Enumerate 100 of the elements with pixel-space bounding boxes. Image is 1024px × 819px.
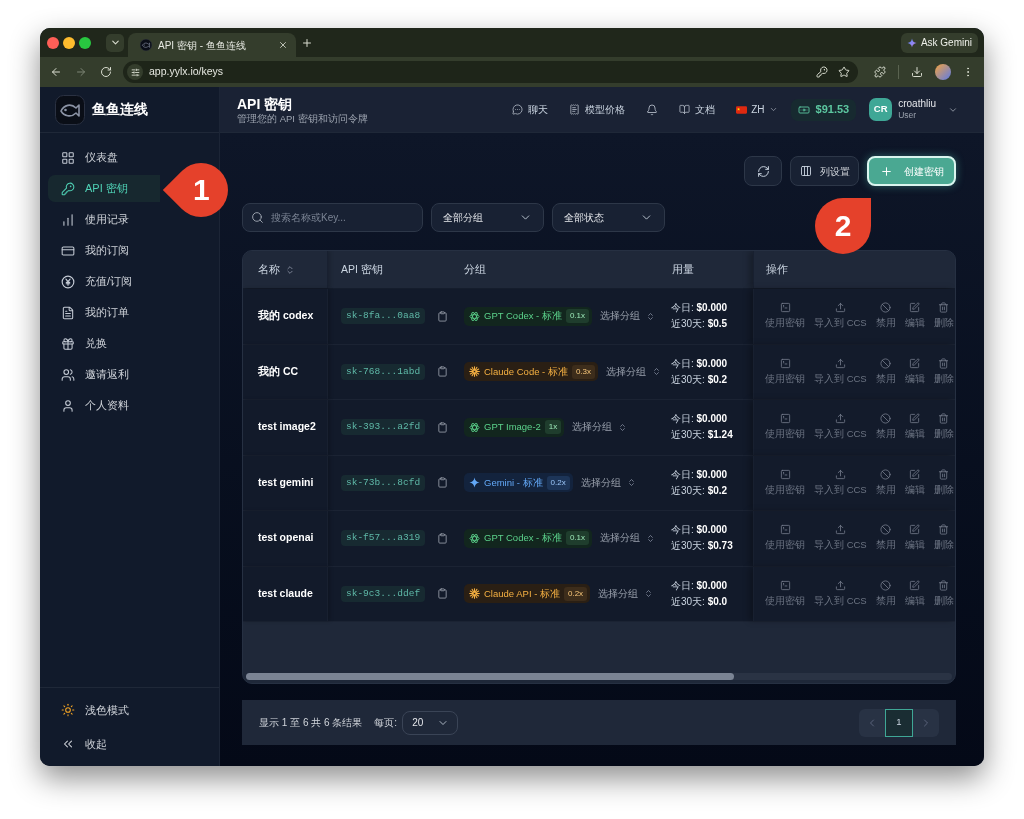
sidebar-item[interactable]: 兑换 <box>48 330 160 357</box>
refresh-button[interactable] <box>744 156 782 186</box>
delete-button[interactable]: 删除 <box>933 357 954 386</box>
use-key-button[interactable]: 使用密钥 <box>765 579 805 608</box>
use-key-button[interactable]: 使用密钥 <box>765 468 805 497</box>
disable-button[interactable]: 禁用 <box>875 468 896 497</box>
upload-icon <box>834 302 846 314</box>
theme-toggle-button[interactable]: 浅色模式 <box>48 696 211 724</box>
chat-icon <box>512 104 524 115</box>
group-filter-select[interactable]: 全部分组 <box>431 203 544 232</box>
trash-icon <box>938 357 950 369</box>
clipboard-icon[interactable] <box>437 421 449 433</box>
reload-icon[interactable] <box>100 66 112 78</box>
edit-button[interactable]: 编辑 <box>904 524 925 553</box>
bell-icon[interactable] <box>646 103 659 116</box>
collapse-button[interactable]: 收起 <box>48 730 211 758</box>
nav-link[interactable]: 文档 <box>679 102 716 117</box>
clipboard-icon[interactable] <box>437 532 449 544</box>
close-light-icon[interactable] <box>47 36 59 49</box>
star-icon[interactable] <box>838 66 850 78</box>
per-page-select[interactable]: 20 <box>402 710 459 735</box>
edit-button[interactable]: 编辑 <box>904 413 925 442</box>
atom-icon <box>469 421 480 433</box>
clipboard-icon[interactable] <box>437 310 449 322</box>
sidebar-item[interactable]: 充值/订阅 <box>48 268 160 295</box>
user-menu-button[interactable]: CR croathliu User <box>869 98 958 121</box>
delete-button[interactable]: 删除 <box>933 579 954 608</box>
upload-icon <box>834 468 846 480</box>
trash-icon <box>938 413 950 425</box>
download-icon[interactable] <box>911 66 923 78</box>
page-button[interactable]: 1 <box>885 708 913 737</box>
sidebar-item[interactable]: 个人资料 <box>48 392 160 419</box>
import-button[interactable]: 导入到 CCS <box>814 302 867 331</box>
language-select[interactable]: ZH <box>736 102 778 117</box>
use-key-button[interactable]: 使用密钥 <box>765 413 805 442</box>
use-key-button[interactable]: 使用密钥 <box>765 524 805 553</box>
edit-button[interactable]: 编辑 <box>904 357 925 386</box>
import-button[interactable]: 导入到 CCS <box>814 579 867 608</box>
disable-button[interactable]: 禁用 <box>875 413 896 442</box>
fish-icon <box>140 39 152 51</box>
clipboard-icon[interactable] <box>437 477 449 489</box>
sidebar-item[interactable]: 我的订阅 <box>48 237 160 264</box>
zoom-light-icon[interactable] <box>79 36 91 49</box>
sidebar-item[interactable]: 邀请返利 <box>48 361 160 388</box>
disable-button[interactable]: 禁用 <box>875 579 896 608</box>
site-info-button[interactable] <box>127 64 143 80</box>
plus-icon[interactable] <box>301 36 313 49</box>
clipboard-icon[interactable] <box>437 588 449 600</box>
sidebar-item[interactable]: 使用记录 <box>48 206 160 233</box>
delete-button[interactable]: 删除 <box>933 524 954 553</box>
use-key-button[interactable]: 使用密钥 <box>765 302 805 331</box>
column-settings-button[interactable]: 列设置 <box>790 156 859 186</box>
group-select-button[interactable]: 选择分组 <box>572 420 628 435</box>
atom-icon <box>469 310 480 322</box>
scrollbar-thumb[interactable] <box>246 673 734 680</box>
status-filter-select[interactable]: 全部状态 <box>552 203 665 232</box>
group-select-button[interactable]: 选择分组 <box>580 475 636 490</box>
delete-button[interactable]: 删除 <box>933 413 954 442</box>
use-key-button[interactable]: 使用密钥 <box>765 357 805 386</box>
import-button[interactable]: 导入到 CCS <box>814 413 867 442</box>
import-button[interactable]: 导入到 CCS <box>814 524 867 553</box>
group-select-button[interactable]: 选择分组 <box>598 586 654 601</box>
profile-avatar[interactable] <box>935 64 951 80</box>
back-icon[interactable] <box>50 66 62 78</box>
terminal-icon <box>779 524 791 536</box>
delete-button[interactable]: 删除 <box>933 468 954 497</box>
disable-button[interactable]: 禁用 <box>875 302 896 331</box>
disable-button[interactable]: 禁用 <box>875 524 896 553</box>
puzzle-icon[interactable] <box>874 66 886 78</box>
month-usage: 近30天: $0.0 <box>671 594 729 609</box>
minimize-light-icon[interactable] <box>63 36 75 49</box>
address-bar[interactable]: app.yylx.io/keys <box>123 61 858 83</box>
ask-gemini-button[interactable]: Ask Gemini <box>900 32 978 53</box>
group-select-button[interactable]: 选择分组 <box>600 531 656 546</box>
disable-button[interactable]: 禁用 <box>875 357 896 386</box>
edit-button[interactable]: 编辑 <box>904 468 925 497</box>
sidebar-item[interactable]: API 密钥 <box>48 175 160 202</box>
key-icon[interactable] <box>816 66 828 78</box>
import-button[interactable]: 导入到 CCS <box>814 468 867 497</box>
delete-button[interactable]: 删除 <box>933 302 954 331</box>
search-field[interactable]: 搜索名称或Key... <box>242 203 423 232</box>
import-button[interactable]: 导入到 CCS <box>814 357 867 386</box>
clipboard-icon[interactable] <box>437 366 449 378</box>
chevrons-up-down-icon <box>626 478 636 488</box>
close-icon[interactable] <box>278 40 288 50</box>
balance-button[interactable]: $91.53 <box>790 98 857 121</box>
edit-button[interactable]: 编辑 <box>904 302 925 331</box>
nav-link[interactable]: 聊天 <box>512 102 549 117</box>
edit-button[interactable]: 编辑 <box>904 579 925 608</box>
sort-header[interactable]: 名称 <box>258 261 295 278</box>
chevrons-up-down-icon <box>646 533 656 543</box>
nav-link[interactable]: 模型价格 <box>569 102 626 117</box>
sidebar-item[interactable]: 仪表盘 <box>48 144 160 171</box>
sidebar-item[interactable]: 我的订单 <box>48 299 160 326</box>
tab-list-button[interactable] <box>106 33 124 52</box>
group-select-button[interactable]: 选择分组 <box>600 309 656 324</box>
sparkle-icon <box>469 477 480 489</box>
group-select-button[interactable]: 选择分组 <box>606 364 662 379</box>
browser-tab[interactable]: API 密钥 - 鱼鱼连线 <box>128 33 296 57</box>
api-key-value: sk-393...a2fd <box>341 419 426 436</box>
